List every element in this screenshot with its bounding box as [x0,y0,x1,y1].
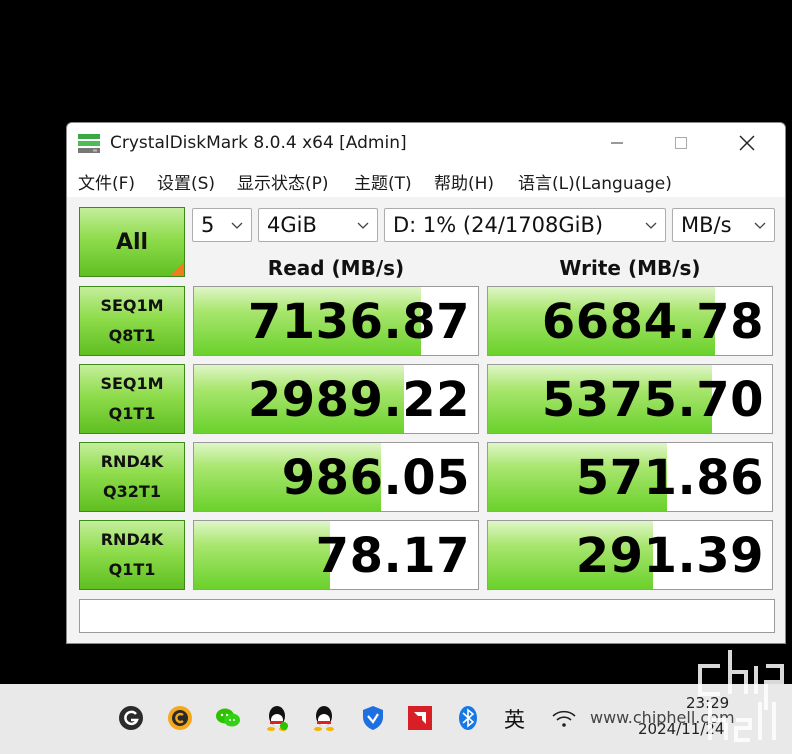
write-result-seq1m-q1t1: 5375.70 [487,364,773,434]
read-result-rnd4k-q32t1: 986.05 [193,442,479,512]
test-label-line1: RND4K [100,530,164,549]
read-header: Read (MB/s) [267,256,405,280]
unit-select[interactable]: MB/s [672,208,775,242]
count-value: 5 [201,213,215,237]
chevron-down-icon [754,222,766,229]
all-button[interactable]: All [79,207,185,277]
write-value: 6684.78 [541,294,764,350]
write-result-rnd4k-q1t1: 291.39 [487,520,773,590]
chevron-down-icon [231,222,243,229]
size-value: 4GiB [267,213,317,237]
read-value: 986.05 [281,450,470,506]
unit-value: MB/s [681,213,732,237]
comment-field[interactable] [79,599,775,633]
chevron-down-icon [357,222,369,229]
menu-file[interactable]: 文件(F) [78,169,135,194]
write-value: 571.86 [575,450,764,506]
drive-value: D: 1% (24/1708GiB) [393,213,604,237]
crystaldiskmark-window: CrystalDiskMark 8.0.4 x64 [Admin] 文件(F) … [66,122,786,644]
all-button-label: All [115,229,149,255]
test-label-line2: Q1T1 [108,560,156,579]
test-button-rnd4k-q1t1[interactable]: RND4K Q1T1 [79,520,185,590]
write-result-seq1m-q8t1: 6684.78 [487,286,773,356]
minimize-button[interactable] [587,123,647,163]
read-value: 78.17 [315,528,470,584]
amd-icon[interactable] [406,704,434,732]
qq-2-icon[interactable] [310,704,338,732]
cloud-music-icon[interactable] [166,704,194,732]
g-app-icon[interactable] [117,704,145,732]
shield-icon[interactable] [359,704,387,732]
qq-icon[interactable] [263,704,291,732]
test-button-rnd4k-q32t1[interactable]: RND4K Q32T1 [79,442,185,512]
write-value: 291.39 [575,528,764,584]
bluetooth-icon[interactable] [454,704,482,732]
read-result-rnd4k-q1t1: 78.17 [193,520,479,590]
count-select[interactable]: 5 [192,208,252,242]
wechat-icon[interactable] [214,704,242,732]
maximize-button[interactable] [651,123,711,163]
menu-help[interactable]: 帮助(H) [434,169,494,194]
close-icon [739,135,755,151]
size-select[interactable]: 4GiB [258,208,378,242]
read-result-seq1m-q8t1: 7136.87 [193,286,479,356]
menu-settings[interactable]: 设置(S) [157,169,215,194]
window-title: CrystalDiskMark 8.0.4 x64 [Admin] [110,133,407,153]
minimize-icon [611,142,623,144]
test-label-line2: Q1T1 [108,404,156,423]
test-label-line1: SEQ1M [100,374,164,393]
write-result-rnd4k-q32t1: 571.86 [487,442,773,512]
menu-language[interactable]: 语言(L)(Language) [518,169,672,194]
drive-select[interactable]: D: 1% (24/1708GiB) [384,208,666,242]
corner-marker [170,262,184,276]
close-button[interactable] [717,123,777,163]
test-label-line2: Q32T1 [103,482,161,501]
wifi-icon[interactable] [550,704,578,732]
read-value: 7136.87 [247,294,470,350]
input-method-indicator[interactable]: 英 [504,704,525,734]
test-label-line2: Q8T1 [108,326,156,345]
test-button-seq1m-q1t1[interactable]: SEQ1M Q1T1 [79,364,185,434]
title-bar[interactable]: CrystalDiskMark 8.0.4 x64 [Admin] [67,123,785,163]
menu-theme[interactable]: 主题(T) [354,169,412,194]
read-bar [194,521,331,589]
test-button-seq1m-q8t1[interactable]: SEQ1M Q8T1 [79,286,185,356]
test-label-line1: SEQ1M [100,296,164,315]
write-header: Write (MB/s) [559,256,701,280]
menu-bar: 文件(F) 设置(S) 显示状态(P) 主题(T) 帮助(H) 语言(L)(La… [67,163,785,197]
maximize-icon [675,137,687,149]
test-label-line1: RND4K [100,452,164,471]
chiphell-logo-icon [698,650,784,742]
chevron-down-icon [645,222,657,229]
taskbar: 英 www.chiphell.com 23:29 2024/11/24 [0,684,792,754]
menu-display[interactable]: 显示状态(P) [237,169,329,194]
read-value: 2989.22 [247,372,470,428]
write-value: 5375.70 [541,372,764,428]
read-result-seq1m-q1t1: 2989.22 [193,364,479,434]
disk-icon [78,134,100,153]
